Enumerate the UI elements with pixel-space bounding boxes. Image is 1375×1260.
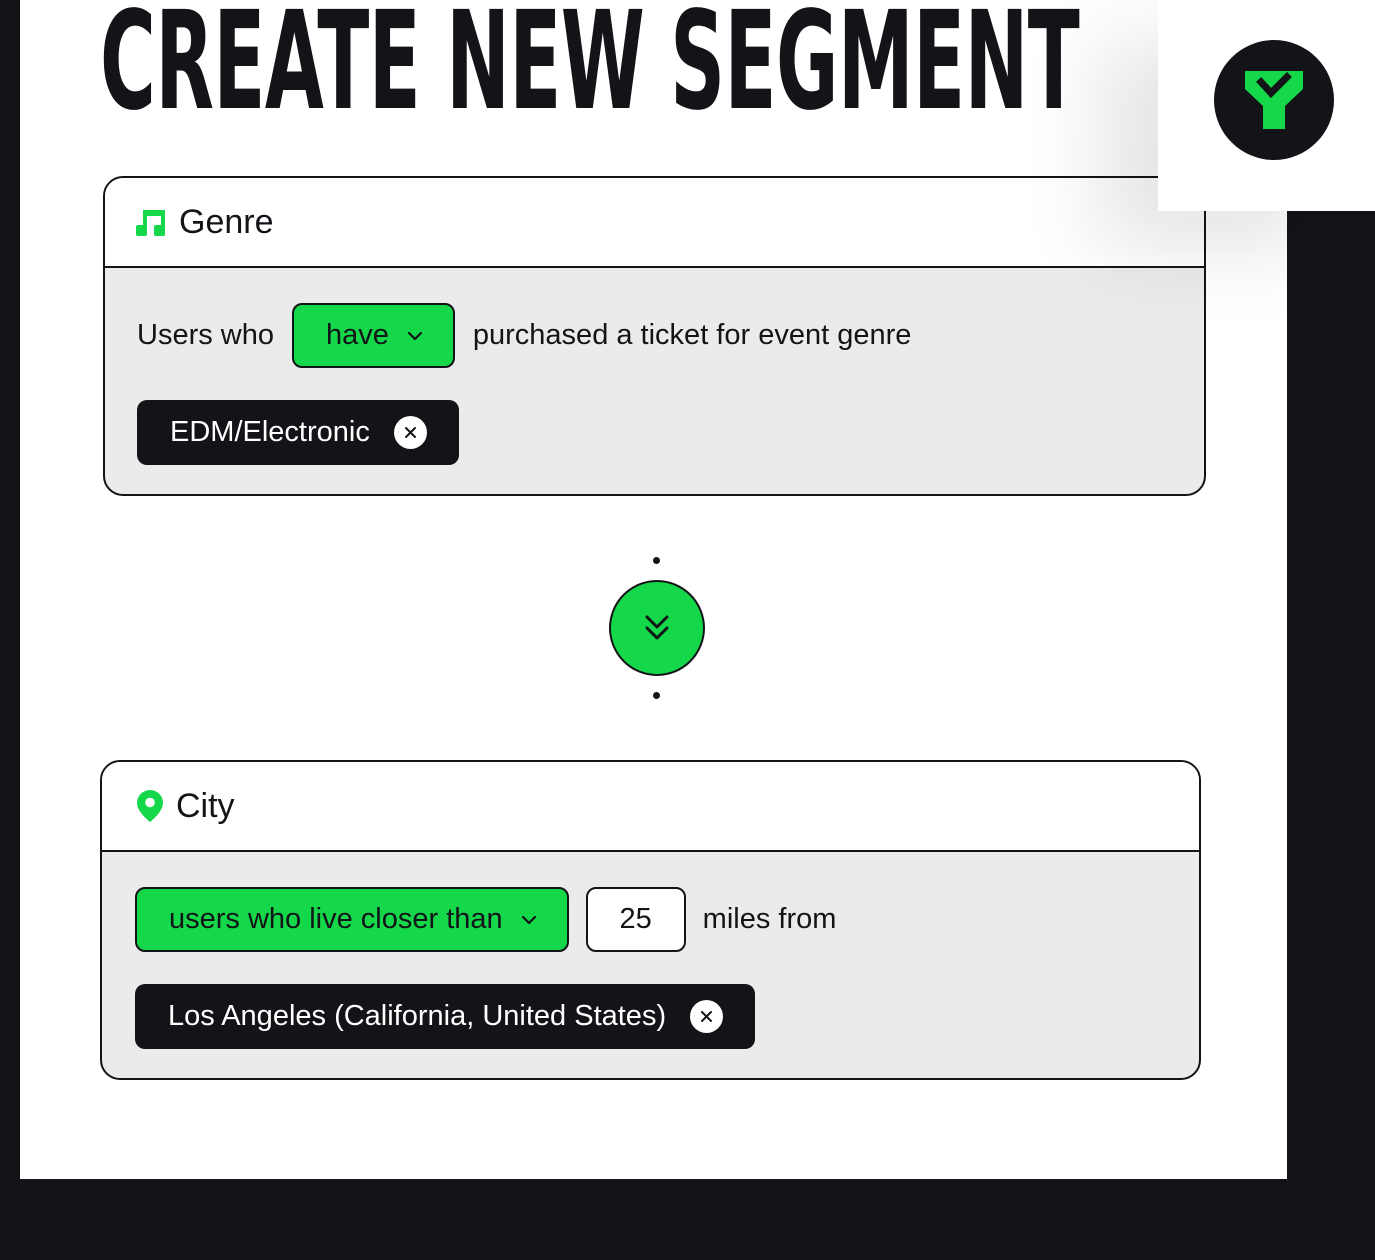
logo-badge[interactable] xyxy=(1214,40,1334,160)
map-pin-icon xyxy=(137,790,163,822)
city-suffix-text: miles from xyxy=(702,903,837,935)
city-condition-value: users who live closer than xyxy=(169,903,503,935)
genre-condition-dropdown[interactable]: have xyxy=(292,303,455,368)
chevron-double-down-icon xyxy=(645,615,669,640)
chevron-down-icon xyxy=(407,331,423,341)
chevron-down-icon xyxy=(521,915,537,925)
distance-input[interactable] xyxy=(585,887,686,952)
close-icon xyxy=(404,427,416,438)
connector-toggle-button[interactable] xyxy=(609,580,705,676)
connector-dot-top xyxy=(653,557,660,564)
remove-tag-button[interactable] xyxy=(690,1000,724,1033)
close-icon xyxy=(701,1011,713,1022)
page-title: CREATE NEW SEGMENT xyxy=(100,0,1080,141)
music-note-icon xyxy=(136,210,165,236)
logo-tile xyxy=(1158,0,1375,211)
genre-card-header: Genre xyxy=(105,178,1204,268)
genre-selected-tag: EDM/Electronic xyxy=(137,400,459,465)
city-condition-dropdown[interactable]: users who live closer than xyxy=(135,887,569,952)
city-rule-card: City users who live closer than miles fr… xyxy=(100,760,1201,1080)
y-checkmark-logo-icon xyxy=(1245,71,1303,129)
connector-dot-bottom xyxy=(653,692,660,699)
genre-rule-card: Genre Users who have purchased a ticket … xyxy=(103,176,1206,496)
city-tag-label: Los Angeles (California, United States) xyxy=(168,1000,667,1032)
remove-tag-button[interactable] xyxy=(393,416,427,449)
city-condition-row: users who live closer than miles from xyxy=(135,887,836,952)
genre-tag-label: EDM/Electronic xyxy=(170,416,370,448)
city-card-title: City xyxy=(176,786,235,825)
genre-suffix-text: purchased a ticket for event genre xyxy=(472,319,912,351)
genre-prefix-text: Users who xyxy=(137,319,274,351)
city-card-header: City xyxy=(102,762,1199,852)
city-selected-tag: Los Angeles (California, United States) xyxy=(135,984,756,1049)
genre-condition-row: Users who have purchased a ticket for ev… xyxy=(137,303,911,368)
genre-card-title: Genre xyxy=(179,202,274,241)
genre-condition-value: have xyxy=(326,319,389,351)
